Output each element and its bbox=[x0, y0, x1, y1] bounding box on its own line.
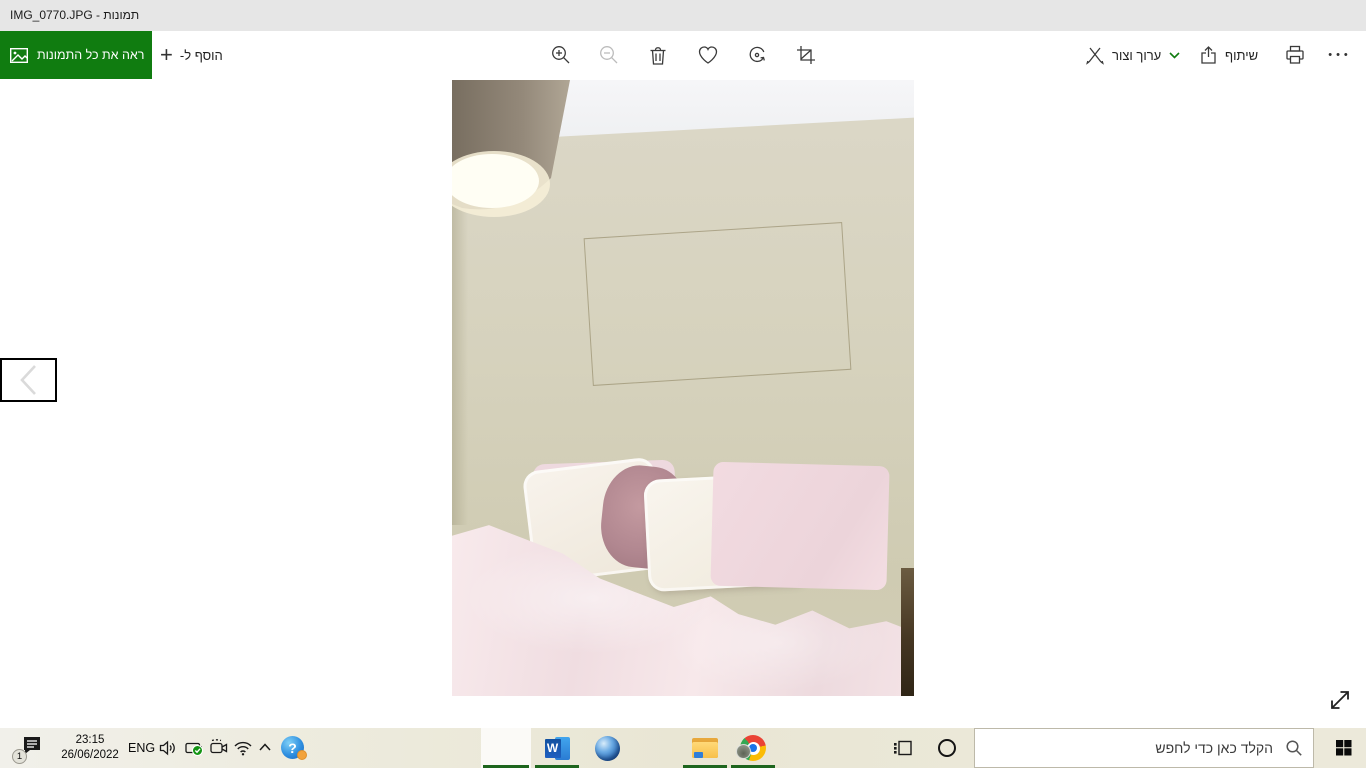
window-titlebar: IMG_0770.JPG - תמונות bbox=[0, 0, 1366, 31]
add-to-label: הוסף ל- bbox=[179, 47, 223, 63]
wifi-icon[interactable] bbox=[232, 737, 254, 759]
language-indicator[interactable]: ENG bbox=[128, 728, 155, 768]
task-view-icon[interactable] bbox=[892, 737, 914, 759]
meet-now-icon[interactable] bbox=[208, 737, 230, 759]
file-explorer-icon bbox=[692, 738, 718, 758]
more-options-button[interactable]: ••• bbox=[1322, 31, 1358, 79]
taskbar-app-chrome[interactable] bbox=[729, 728, 777, 768]
clock-time: 23:15 bbox=[75, 734, 105, 746]
edit-create-icon bbox=[1085, 45, 1105, 65]
fullscreen-toggle-button[interactable] bbox=[1326, 686, 1356, 716]
delete-icon[interactable] bbox=[647, 44, 669, 66]
favorite-heart-icon[interactable] bbox=[697, 44, 719, 66]
chevron-left-icon bbox=[19, 365, 36, 395]
word-icon: W bbox=[544, 736, 570, 760]
clock-date: 26/06/2022 bbox=[61, 749, 119, 761]
help-alert-badge bbox=[297, 750, 307, 760]
share-label: שיתוף bbox=[1225, 47, 1259, 63]
ellipsis-icon: ••• bbox=[1328, 49, 1352, 61]
photo-bedframe-dark bbox=[901, 568, 914, 696]
taskbar-clock[interactable]: 23:15 26/06/2022 bbox=[50, 733, 130, 763]
internet-globe-icon bbox=[594, 735, 620, 761]
window-title: IMG_0770.JPG - תמונות bbox=[10, 8, 140, 22]
photos-app-screen: { "titlebar": { "title": "IMG_0770.JPG -… bbox=[0, 0, 1366, 768]
chevron-down-icon[interactable] bbox=[1168, 50, 1181, 60]
edit-create-label: ערוך וצור bbox=[1112, 47, 1162, 63]
windows-logo-icon bbox=[1336, 740, 1352, 756]
word-letter: W bbox=[546, 741, 559, 755]
notification-count-badge: 1 bbox=[12, 749, 27, 764]
see-all-photos-button[interactable]: ראה את כל התמונות bbox=[0, 31, 152, 79]
zoom-out-icon bbox=[598, 44, 620, 66]
photo-lamp bbox=[452, 80, 570, 217]
start-button[interactable] bbox=[1322, 728, 1366, 768]
photo-bedroom[interactable] bbox=[452, 80, 914, 696]
taskbar-app-internet-globe[interactable] bbox=[583, 728, 631, 768]
taskbar: 1 23:15 26/06/2022 ENG ? W bbox=[0, 728, 1366, 768]
question-mark-glyph: ? bbox=[288, 739, 297, 756]
edit-create-button[interactable]: ערוך וצור bbox=[1085, 31, 1181, 79]
previous-photo-button[interactable] bbox=[0, 358, 57, 402]
see-all-photos-label: ראה את כל התמונות bbox=[37, 48, 145, 62]
hardware-status-icon[interactable] bbox=[184, 737, 206, 759]
cortana-icon[interactable] bbox=[938, 739, 956, 757]
taskbar-app-word[interactable]: W bbox=[533, 728, 581, 768]
crop-icon[interactable] bbox=[795, 44, 817, 66]
zoom-in-icon[interactable] bbox=[550, 44, 572, 66]
chrome-profile-avatar bbox=[736, 744, 751, 759]
photo-pillow-pink-right bbox=[710, 461, 890, 591]
search-input[interactable] bbox=[1021, 739, 1275, 757]
volume-icon[interactable] bbox=[157, 737, 179, 759]
taskbar-app-photos-active[interactable] bbox=[481, 728, 531, 768]
taskbar-app-file-explorer[interactable] bbox=[681, 728, 729, 768]
taskbar-search-box[interactable] bbox=[974, 728, 1314, 768]
chrome-icon bbox=[736, 735, 766, 761]
share-icon bbox=[1198, 45, 1218, 65]
expand-diagonal-icon bbox=[1331, 691, 1349, 709]
search-icon bbox=[1285, 739, 1303, 757]
plus-icon: + bbox=[160, 42, 173, 67]
rotate-icon[interactable] bbox=[746, 44, 768, 66]
add-to-button[interactable]: + הוסף ל- bbox=[160, 31, 223, 79]
print-icon[interactable] bbox=[1284, 44, 1306, 66]
share-button[interactable]: שיתוף bbox=[1198, 31, 1258, 79]
photo-gallery-icon bbox=[10, 47, 28, 63]
photos-toolbar: ראה את כל התמונות + הוסף ל- ערוך וצור שי… bbox=[0, 31, 1366, 79]
hidden-icons-chevron-icon[interactable] bbox=[256, 740, 278, 762]
photo-wall-frame-outline bbox=[583, 222, 852, 386]
